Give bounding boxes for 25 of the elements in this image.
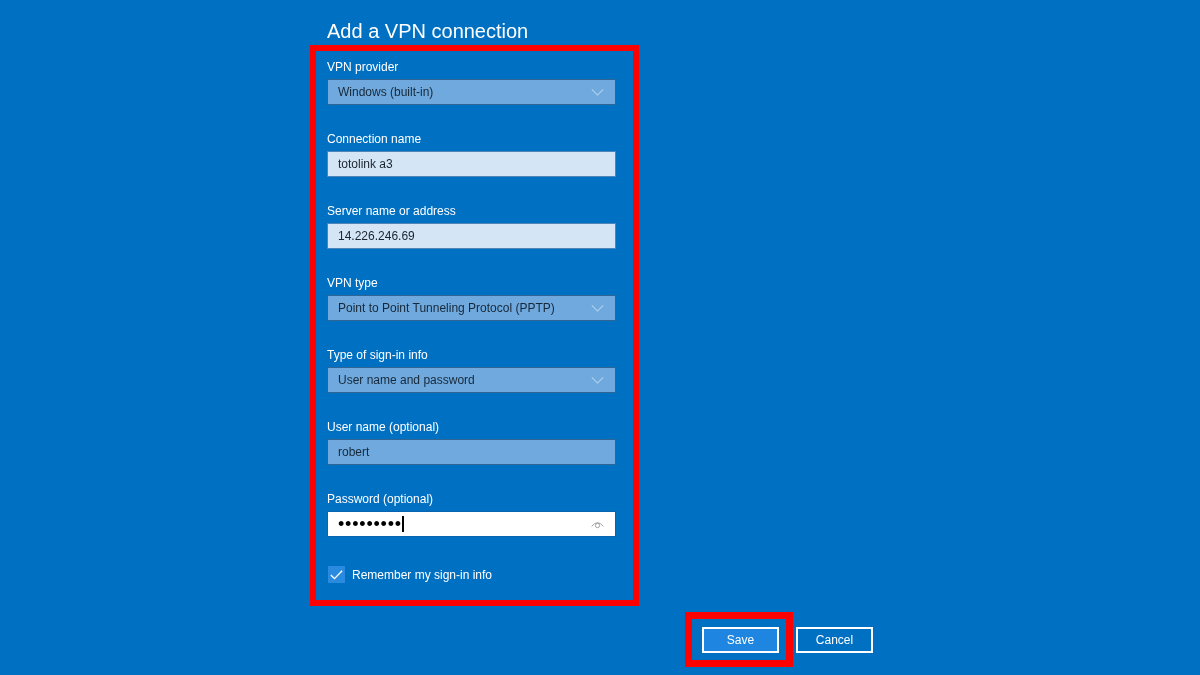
field-label: VPN provider [327, 59, 400, 75]
text-field[interactable]: 14.226.246.69 [327, 223, 616, 249]
checkbox[interactable] [328, 566, 345, 583]
field-label: VPN type [327, 275, 379, 291]
checkmark-icon [330, 569, 343, 580]
chevron-down-icon [591, 304, 604, 312]
dialog-button[interactable]: Save [702, 627, 779, 653]
field-label: Connection name [327, 131, 423, 147]
chevron-down-icon [591, 88, 604, 96]
checkbox-label: Remember my sign-in info [352, 567, 493, 582]
dropdown[interactable]: Windows (built-in) [327, 79, 616, 105]
text-cursor-icon [401, 516, 404, 532]
field-label: User name (optional) [327, 419, 441, 435]
dialog-button[interactable]: Cancel [796, 626, 873, 653]
dropdown[interactable]: User name and password [327, 367, 616, 393]
text-field[interactable]: robert [327, 439, 616, 465]
dialog-title: Add a VPN connection [327, 19, 529, 43]
text-field[interactable]: totolink a3 [327, 151, 616, 177]
chevron-down-icon [591, 376, 604, 384]
field-label: Password (optional) [327, 491, 435, 507]
password-field[interactable]: ••••••••• [327, 511, 616, 537]
eye-icon[interactable] [591, 519, 604, 529]
field-label: Server name or address [327, 203, 457, 219]
dropdown[interactable]: Point to Point Tunneling Protocol (PPTP) [327, 295, 616, 321]
field-label: Type of sign-in info [327, 347, 429, 363]
